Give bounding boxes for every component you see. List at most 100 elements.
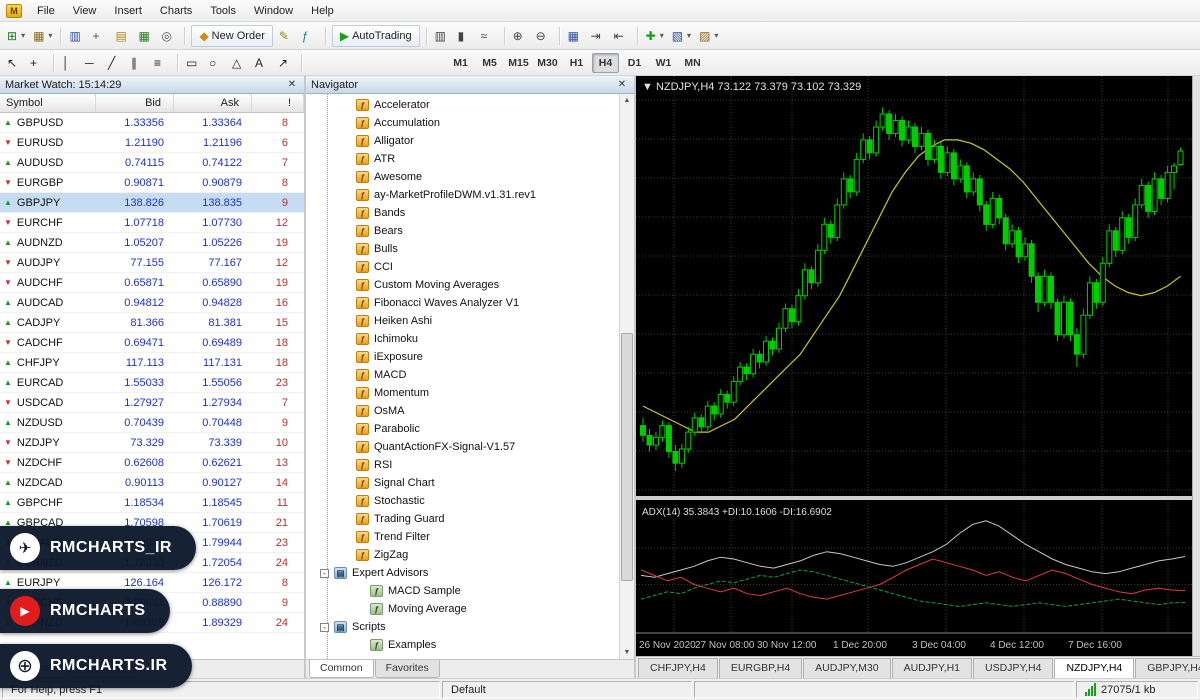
menu-window[interactable]: Window (245, 2, 302, 20)
tree-item-rsi[interactable]: ƒRSI (306, 456, 619, 474)
column-header-symbol[interactable]: Symbol (0, 94, 96, 112)
tree-item-bands[interactable]: ƒBands (306, 204, 619, 222)
timeframe-h4[interactable]: H4 (592, 53, 619, 73)
bar-chart-mode-button[interactable]: ▥ (431, 25, 454, 47)
candlestick-mode-button[interactable]: ▮ (454, 25, 477, 47)
new-order-button[interactable]: ◆New Order (191, 25, 272, 47)
navigator-close-icon[interactable]: ✕ (615, 78, 629, 92)
market-watch-toggle-button[interactable]: ▥ (65, 25, 88, 47)
templates-button[interactable]: ▨▾ (695, 25, 722, 47)
menu-file[interactable]: File (28, 2, 64, 20)
profiles-button[interactable]: ▦▾ (29, 25, 56, 47)
tree-item-bears[interactable]: ƒBears (306, 222, 619, 240)
triangle-tool-button[interactable]: △ (228, 52, 251, 74)
market-watch-row-cadchf[interactable]: ▼CADCHF0.694710.6948918 (0, 333, 304, 353)
tree-item-expert-advisors[interactable]: -▤Expert Advisors (306, 564, 619, 582)
chart-tab-chfjpy-h4[interactable]: CHFJPY,H4 (638, 658, 718, 679)
market-watch-row-eurchf[interactable]: ▼EURCHF1.077181.0773012 (0, 213, 304, 233)
timeframe-m30[interactable]: M30 (534, 53, 561, 73)
tree-item-accumulation[interactable]: ƒAccumulation (306, 114, 619, 132)
tree-item-iexposure[interactable]: ƒiExposure (306, 348, 619, 366)
tree-item-heiken-ashi[interactable]: ƒHeiken Ashi (306, 312, 619, 330)
column-header-spread[interactable]: ! (252, 94, 304, 112)
chart-shift-button[interactable]: ⇤ (610, 25, 633, 47)
tree-item-stochastic[interactable]: ƒStochastic (306, 492, 619, 510)
expander-icon[interactable]: - (320, 569, 329, 578)
market-watch-row-audcad[interactable]: ▲AUDCAD0.948120.9482816 (0, 293, 304, 313)
data-window-button[interactable]: + (88, 25, 111, 47)
menu-help[interactable]: Help (302, 2, 343, 20)
periods-list-button[interactable]: ▧▾ (668, 25, 695, 47)
trendline-button[interactable]: ╱ (104, 52, 127, 74)
market-watch-row-usdcad[interactable]: ▼USDCAD1.279271.279347 (0, 393, 304, 413)
scrollbar-track[interactable] (620, 107, 634, 646)
tree-item-ichimoku[interactable]: ƒIchimoku (306, 330, 619, 348)
tree-item-ay-marketprofiledwm-v1-31-rev1[interactable]: ƒay-MarketProfileDWM.v1.31.rev1 (306, 186, 619, 204)
market-watch-row-nzdcad[interactable]: ▲NZDCAD0.901130.9012714 (0, 473, 304, 493)
arrows-tool-button[interactable]: ↗ (274, 52, 297, 74)
expert-advisors-button[interactable]: ƒ (298, 25, 321, 47)
scroll-up-icon[interactable]: ▲ (624, 94, 631, 107)
market-watch-row-nzdchf[interactable]: ▼NZDCHF0.626080.6262113 (0, 453, 304, 473)
market-watch-row-eurusd[interactable]: ▼EURUSD1.211901.211966 (0, 133, 304, 153)
crosshair-button[interactable]: + (26, 52, 49, 74)
market-watch-row-eurcad[interactable]: ▲EURCAD1.550331.5505623 (0, 373, 304, 393)
strategy-tester-button[interactable]: ◎ (157, 25, 180, 47)
tree-item-alligator[interactable]: ƒAlligator (306, 132, 619, 150)
tree-item-trading-guard[interactable]: ƒTrading Guard (306, 510, 619, 528)
tree-item-atr[interactable]: ƒATR (306, 150, 619, 168)
tree-item-awesome[interactable]: ƒAwesome (306, 168, 619, 186)
horizontal-line-button[interactable]: ─ (81, 52, 104, 74)
tree-item-macd-sample[interactable]: ƒMACD Sample (306, 582, 619, 600)
menu-tools[interactable]: Tools (201, 2, 245, 20)
scroll-down-icon[interactable]: ▼ (624, 646, 631, 659)
market-watch-row-audchf[interactable]: ▼AUDCHF0.658710.6589019 (0, 273, 304, 293)
menu-view[interactable]: View (64, 2, 106, 20)
menu-insert[interactable]: Insert (105, 2, 151, 20)
market-watch-row-audjpy[interactable]: ▼AUDJPY77.15577.16712 (0, 253, 304, 273)
tree-item-scripts[interactable]: -▤Scripts (306, 618, 619, 636)
navigator-scrollbar[interactable]: ▲ ▼ (619, 94, 634, 659)
text-tool-button[interactable]: A (251, 52, 274, 74)
tree-item-trend-filter[interactable]: ƒTrend Filter (306, 528, 619, 546)
navigator-toggle-button[interactable]: ▤ (111, 25, 134, 47)
tree-item-moving-average[interactable]: ƒMoving Average (306, 600, 619, 618)
chart-tab-nzdjpy-h4[interactable]: NZDJPY,H4 (1054, 658, 1134, 679)
tree-item-custom-moving-averages[interactable]: ƒCustom Moving Averages (306, 276, 619, 294)
tree-item-osma[interactable]: ƒOsMA (306, 402, 619, 420)
equidistant-channel-button[interactable]: ∥ (127, 52, 150, 74)
column-header-ask[interactable]: Ask (174, 94, 252, 112)
tree-item-fibonacci-waves-analyzer-v1[interactable]: ƒFibonacci Waves Analyzer V1 (306, 294, 619, 312)
tree-item-zigzag[interactable]: ƒZigZag (306, 546, 619, 564)
chart-tab-eurgbp-h4[interactable]: EURGBP,H4 (719, 658, 802, 679)
autotrading-button[interactable]: ▶AutoTrading (332, 25, 420, 47)
chart-tab-audjpy-m30[interactable]: AUDJPY,M30 (803, 658, 890, 679)
tree-item-examples[interactable]: ƒExamples (306, 636, 619, 654)
new-chart-button[interactable]: ⊞▾ (3, 25, 29, 47)
scrollbar-thumb[interactable] (621, 333, 633, 581)
timeframe-m5[interactable]: M5 (476, 53, 503, 73)
market-watch-row-chfjpy[interactable]: ▲CHFJPY117.113117.13118 (0, 353, 304, 373)
navigator-tab-favorites[interactable]: Favorites (375, 660, 440, 678)
chart-tab-audjpy-h1[interactable]: AUDJPY,H1 (892, 658, 972, 679)
tree-item-macd[interactable]: ƒMACD (306, 366, 619, 384)
candlestick-chart[interactable]: ▼ NZDJPY,H4 73.122 73.379 73.102 73.329A… (636, 76, 1192, 656)
status-profile[interactable]: Default (442, 681, 692, 698)
navigator-tab-common[interactable]: Common (309, 660, 374, 678)
tree-item-bulls[interactable]: ƒBulls (306, 240, 619, 258)
timeframe-m1[interactable]: M1 (447, 53, 474, 73)
timeframe-w1[interactable]: W1 (650, 53, 677, 73)
cursor-button[interactable]: ↖ (3, 52, 26, 74)
tile-windows-button[interactable]: ▦ (564, 25, 587, 47)
chart-scrollbar[interactable] (1192, 76, 1200, 656)
column-header-bid[interactable]: Bid (96, 94, 174, 112)
tree-item-quantactionfx-signal-v1-57[interactable]: ƒQuantActionFX-Signal-V1.57 (306, 438, 619, 456)
rectangle-tool-button[interactable]: ▭ (182, 52, 205, 74)
fibonacci-retracement-button[interactable]: ≡ (150, 52, 173, 74)
ellipse-tool-button[interactable]: ○ (205, 52, 228, 74)
timeframe-h1[interactable]: H1 (563, 53, 590, 73)
chart-window-nzdjpy-h4[interactable]: ▼ NZDJPY,H4 73.122 73.379 73.102 73.329A… (636, 76, 1200, 656)
market-watch-row-gbpusd[interactable]: ▲GBPUSD1.333561.333648 (0, 113, 304, 133)
market-watch-row-gbpchf[interactable]: ▲GBPCHF1.185341.1854511 (0, 493, 304, 513)
line-chart-mode-button[interactable]: ≈ (477, 25, 500, 47)
